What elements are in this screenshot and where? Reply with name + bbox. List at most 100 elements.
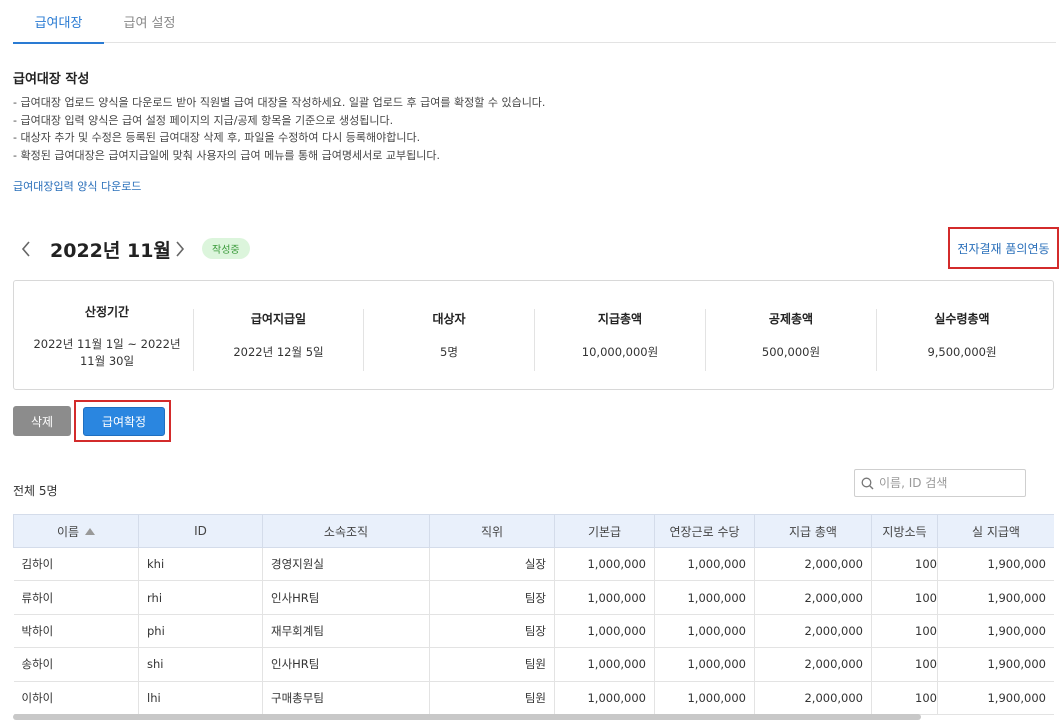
column-header-position[interactable]: 직위 xyxy=(429,514,555,548)
summary-label: 산정기간 xyxy=(84,305,130,319)
delete-button[interactable]: 삭제 xyxy=(13,406,71,436)
cell-org: 경영지원실 xyxy=(262,547,430,582)
cell-id: phi xyxy=(138,614,263,649)
cell-net-pay: 1,900,000 xyxy=(937,647,1054,682)
cell-net-pay: 1,900,000 xyxy=(937,614,1054,649)
payroll-grid: 이름 ID 소속조직 직위 기본급 연장근로 수당 지급 총액 지방소득 실 지… xyxy=(13,514,1054,715)
section-title: 급여대장 작성 xyxy=(13,72,90,87)
description-item: - 대상자 추가 및 수정은 등록된 급여대장 삭제 후, 파일을 수정하여 다… xyxy=(13,131,421,144)
summary-value: 2022년 11월 1일 ~ 2022년 11월 30일 xyxy=(33,337,181,368)
cell-org: 구매총무팀 xyxy=(262,681,430,715)
table-row[interactable]: 김하이 khi 경영지원실 실장 1,000,000 1,000,000 2,0… xyxy=(13,547,1054,582)
summary-value: 10,000,000원 xyxy=(581,345,659,359)
sort-asc-icon[interactable] xyxy=(85,527,96,535)
tab-payroll-ledger[interactable]: 급여대장 xyxy=(13,0,104,44)
cell-position: 팀장 xyxy=(429,614,555,649)
cell-base-pay: 1,000,000 xyxy=(554,614,655,649)
cell-total-pay: 2,000,000 xyxy=(754,547,872,582)
cell-name: 류하이 xyxy=(13,580,139,615)
cell-local-tax: 100 xyxy=(871,614,938,649)
summary-label: 공제총액 xyxy=(768,312,814,326)
column-header-local-tax[interactable]: 지방소득 xyxy=(871,514,938,548)
summary-targets: 대상자 5명 xyxy=(364,281,534,389)
cell-local-tax: 100 xyxy=(871,580,938,615)
cell-net-pay: 1,900,000 xyxy=(937,580,1054,615)
table-row[interactable]: 이하이 lhi 구매총무팀 팀원 1,000,000 1,000,000 2,0… xyxy=(13,681,1054,715)
cell-id: shi xyxy=(138,647,263,682)
summary-value: 9,500,000원 xyxy=(927,345,997,359)
cell-position: 팀원 xyxy=(429,647,555,682)
cell-org: 인사HR팀 xyxy=(262,580,430,615)
cell-base-pay: 1,000,000 xyxy=(554,681,655,715)
cell-overtime: 1,000,000 xyxy=(654,547,755,582)
column-header-overtime[interactable]: 연장근로 수당 xyxy=(654,514,755,548)
cell-local-tax: 100 xyxy=(871,681,938,715)
payroll-table: 이름 ID 소속조직 직위 기본급 연장근로 수당 지급 총액 지방소득 실 지… xyxy=(13,514,1054,723)
download-template-link[interactable]: 급여대장입력 양식 다운로드 xyxy=(13,178,141,194)
cell-position: 팀장 xyxy=(429,580,555,615)
summary-value: 500,000원 xyxy=(761,345,821,359)
cell-name: 송하이 xyxy=(13,647,139,682)
column-header-total-pay[interactable]: 지급 총액 xyxy=(754,514,872,548)
cell-base-pay: 1,000,000 xyxy=(554,580,655,615)
cell-name: 이하이 xyxy=(13,681,139,715)
cell-name: 김하이 xyxy=(13,547,139,582)
description-item: - 확정된 급여대장은 급여지급일에 맞춰 사용자의 급여 메뉴를 통해 급여명… xyxy=(13,148,440,162)
cell-local-tax: 100 xyxy=(871,647,938,682)
column-header-id[interactable]: ID xyxy=(138,514,263,548)
cell-id: rhi xyxy=(138,580,263,615)
summary-total-pay: 지급총액 10,000,000원 xyxy=(535,281,705,389)
cell-position: 실장 xyxy=(429,547,555,582)
cell-org: 인사HR팀 xyxy=(262,647,430,682)
confirm-payroll-button[interactable]: 급여확정 xyxy=(83,407,165,436)
cell-overtime: 1,000,000 xyxy=(654,647,755,682)
cell-overtime: 1,000,000 xyxy=(654,580,755,615)
column-header-org[interactable]: 소속조직 xyxy=(262,514,430,548)
summary-label: 지급총액 xyxy=(597,312,643,326)
search-box[interactable] xyxy=(854,469,1026,497)
description-item: - 급여대장 입력 양식은 급여 설정 페이지의 지급/공제 항목을 기준으로 … xyxy=(13,113,394,127)
summary-label: 대상자 xyxy=(432,312,466,326)
prev-month-button[interactable] xyxy=(16,238,36,260)
chevron-left-icon xyxy=(21,241,30,257)
cell-total-pay: 2,000,000 xyxy=(754,681,872,715)
cell-total-pay: 2,000,000 xyxy=(754,647,872,682)
tab-payroll-settings[interactable]: 급여 설정 xyxy=(104,0,195,43)
summary-value: 2022년 12월 5일 xyxy=(233,345,324,359)
summary-total-deduction: 공제총액 500,000원 xyxy=(706,281,876,389)
table-row[interactable]: 송하이 shi 인사HR팀 팀원 1,000,000 1,000,000 2,0… xyxy=(13,647,1054,682)
cell-total-pay: 2,000,000 xyxy=(754,614,872,649)
status-badge: 작성중 xyxy=(202,238,250,259)
next-month-button[interactable] xyxy=(170,238,190,260)
cell-name: 박하이 xyxy=(13,614,139,649)
cell-overtime: 1,000,000 xyxy=(654,681,755,715)
summary-period: 산정기간 2022년 11월 1일 ~ 2022년 11월 30일 xyxy=(22,281,192,389)
column-header-base-pay[interactable]: 기본급 xyxy=(554,514,655,548)
cell-id: khi xyxy=(138,547,263,582)
summary-pay-date: 급여지급일 2022년 12월 5일 xyxy=(194,281,363,389)
horizontal-scrollbar[interactable] xyxy=(13,714,921,720)
month-title: 2022년 11월 xyxy=(50,240,171,262)
search-input[interactable] xyxy=(879,476,1019,490)
cell-local-tax: 100 xyxy=(871,547,938,582)
chevron-right-icon xyxy=(176,241,185,257)
table-row[interactable]: 류하이 rhi 인사HR팀 팀장 1,000,000 1,000,000 2,0… xyxy=(13,580,1054,615)
cell-position: 팀원 xyxy=(429,681,555,715)
column-header-net-pay[interactable]: 실 지급액 xyxy=(937,514,1054,548)
table-header-row: 이름 ID 소속조직 직위 기본급 연장근로 수당 지급 총액 지방소득 실 지… xyxy=(13,514,1054,548)
cell-base-pay: 1,000,000 xyxy=(554,647,655,682)
summary-label: 급여지급일 xyxy=(250,312,307,326)
cell-org: 재무회계팀 xyxy=(262,614,430,649)
summary-label: 실수령총액 xyxy=(934,312,990,326)
approval-integration-link[interactable]: 전자결재 품의연동 xyxy=(957,240,1049,257)
summary-net-pay: 실수령총액 9,500,000원 xyxy=(877,281,1047,389)
cell-base-pay: 1,000,000 xyxy=(554,547,655,582)
description-list: - 급여대장 업로드 양식을 다운로드 받아 직원별 급여 대장을 작성하세요.… xyxy=(13,94,545,164)
tab-bar: 급여대장 급여 설정 xyxy=(13,0,1056,44)
table-row[interactable]: 박하이 phi 재무회계팀 팀장 1,000,000 1,000,000 2,0… xyxy=(13,614,1054,649)
description-item: - 급여대장 업로드 양식을 다운로드 받아 직원별 급여 대장을 작성하세요.… xyxy=(13,96,546,109)
column-header-name[interactable]: 이름 xyxy=(13,514,139,548)
approval-highlight-box: 전자결재 품의연동 xyxy=(948,227,1059,269)
column-header-label: 이름 xyxy=(56,524,80,539)
cell-total-pay: 2,000,000 xyxy=(754,580,872,615)
